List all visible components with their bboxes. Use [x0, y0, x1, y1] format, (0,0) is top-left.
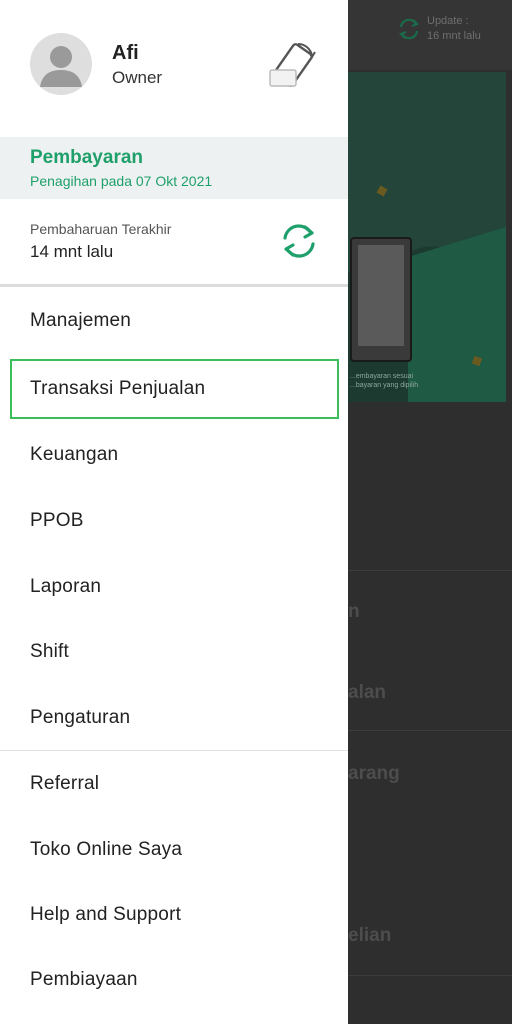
menu-item-label: Manajemen [30, 310, 132, 331]
background-item: alan [348, 682, 387, 703]
section-divider [0, 284, 348, 287]
menu-item-keuangan[interactable]: Keuangan [0, 427, 348, 483]
avatar-placeholder-icon[interactable] [30, 33, 92, 95]
payment-title: Pembayaran [30, 147, 144, 168]
menu-item-label: Pembiayaan [30, 969, 138, 990]
menu-item-help-and-support[interactable]: Help and Support [0, 887, 348, 943]
profile-header: Afi Owner [0, 0, 348, 135]
background-item: n [348, 601, 360, 622]
payment-section[interactable]: Pembayaran Penagihan pada 07 Okt 2021 [0, 137, 348, 199]
menu-item-label: Help and Support [30, 904, 182, 925]
refresh-icon[interactable] [278, 220, 320, 262]
background-item: arang [348, 763, 400, 784]
menu-item-label: Pengaturan [30, 707, 131, 728]
menu-item-ppob[interactable]: PPOB [0, 493, 348, 549]
menu-item-transaksi-penjualan[interactable]: Transaksi Penjualan [10, 359, 339, 419]
menu-item-pembiayaan[interactable]: Pembiayaan [0, 952, 348, 1008]
screen-rotate-icon[interactable] [268, 40, 318, 92]
menu-item-label: Keuangan [30, 444, 119, 465]
last-update-label: Pembaharuan Terakhir [30, 221, 172, 237]
last-update-value: 14 mnt lalu [30, 242, 114, 261]
background-banner-text: ...embayaran sesuai ...bayaran yang dipi… [350, 373, 419, 389]
section-divider [0, 750, 348, 751]
menu-item-label: Transaksi Penjualan [30, 378, 206, 399]
user-role: Owner [112, 68, 163, 87]
background-banner [348, 72, 506, 402]
menu-item-manajemen[interactable]: Manajemen [0, 293, 348, 349]
background-update-text: Update : 16 mnt lalu [427, 15, 481, 42]
background-divider [348, 730, 512, 731]
menu-item-label: Toko Online Saya [30, 839, 183, 860]
menu-item-label: Shift [30, 641, 70, 662]
background-item: elian [348, 925, 392, 946]
menu-item-shift[interactable]: Shift [0, 624, 348, 680]
menu-item-referral[interactable]: Referral [0, 756, 348, 812]
menu-item-toko-online-saya[interactable]: Toko Online Saya [0, 822, 348, 878]
background-divider [348, 570, 512, 571]
menu-item-laporan[interactable]: Laporan [0, 559, 348, 615]
navigation-drawer: Afi Owner Pembayaran Penagihan pada 07 O… [0, 0, 348, 1024]
user-name: Afi [112, 42, 139, 64]
menu-item-label: Laporan [30, 576, 102, 597]
background-divider [348, 975, 512, 976]
payment-billing-date: Penagihan pada 07 Okt 2021 [30, 173, 213, 189]
menu-item-pengaturan[interactable]: Pengaturan [0, 690, 348, 746]
menu-item-label: PPOB [30, 510, 84, 531]
background-refresh-icon [399, 18, 419, 40]
menu-item-label: Referral [30, 773, 100, 794]
